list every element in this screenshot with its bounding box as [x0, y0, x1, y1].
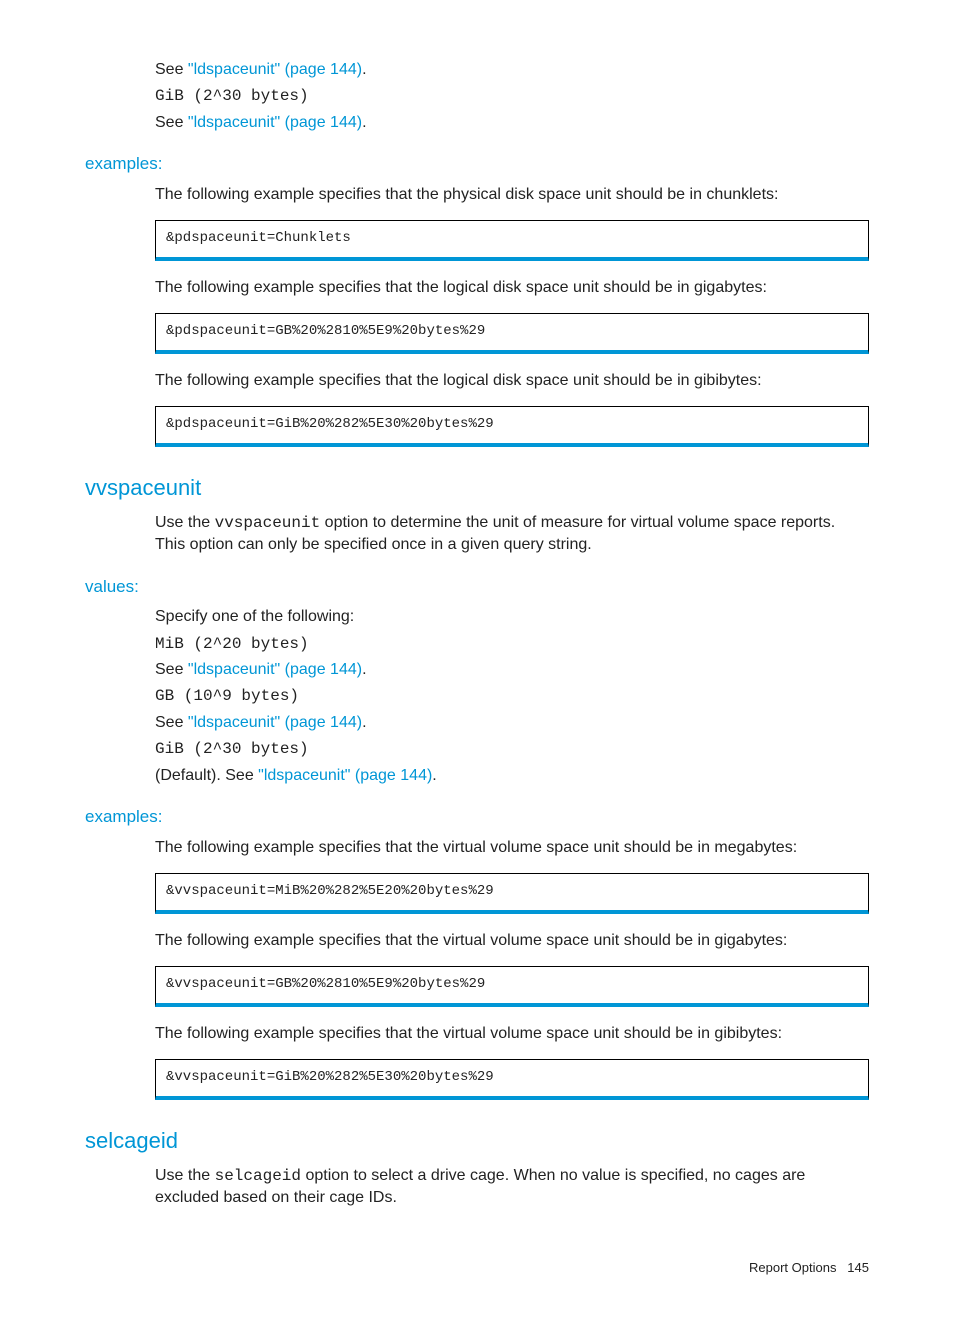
see-reference: See "ldspaceunit" (page 144). [155, 112, 869, 134]
see-text: See [155, 714, 188, 731]
example-description: The following example specifies that the… [155, 184, 869, 206]
ldspaceunit-link[interactable]: "ldspaceunit" (page 144) [188, 661, 362, 678]
see-post: . [362, 114, 366, 131]
code-example: &vvspaceunit=GB%20%2810%5E9%20bytes%29 [155, 966, 869, 1007]
see-post: . [362, 61, 366, 78]
code-value: GiB (2^30 bytes) [155, 85, 869, 107]
footer-label: Report Options [749, 1260, 836, 1275]
see-text: See [155, 661, 188, 678]
see-post: . [362, 661, 366, 678]
see-post: . [362, 714, 366, 731]
code-example: &vvspaceunit=MiB%20%282%5E20%20bytes%29 [155, 873, 869, 914]
option-name: vvspaceunit [215, 514, 321, 532]
see-reference: (Default). See "ldspaceunit" (page 144). [155, 765, 869, 787]
see-post: . [432, 767, 436, 784]
ldspaceunit-link[interactable]: "ldspaceunit" (page 144) [258, 767, 432, 784]
code-example: &pdspaceunit=GiB%20%282%5E30%20bytes%29 [155, 406, 869, 447]
code-example: &pdspaceunit=Chunklets [155, 220, 869, 261]
intro-pre: Use the [155, 1167, 215, 1184]
examples-heading: examples: [85, 805, 869, 829]
ldspaceunit-link[interactable]: "ldspaceunit" (page 144) [188, 114, 362, 131]
section-intro: Use the selcageid option to select a dri… [155, 1165, 869, 1210]
see-text: See [155, 114, 188, 131]
example-description: The following example specifies that the… [155, 277, 869, 299]
option-name: selcageid [215, 1167, 301, 1185]
page-footer: Report Options 145 [85, 1259, 869, 1277]
ldspaceunit-link[interactable]: "ldspaceunit" (page 144) [188, 61, 362, 78]
example-description: The following example specifies that the… [155, 837, 869, 859]
section-heading-selcageid: selcageid [85, 1126, 869, 1157]
code-example: &pdspaceunit=GB%20%2810%5E9%20bytes%29 [155, 313, 869, 354]
examples-heading: examples: [85, 152, 869, 176]
values-heading: values: [85, 575, 869, 599]
see-reference: See "ldspaceunit" (page 144). [155, 59, 869, 81]
value-option: GiB (2^30 bytes) [155, 738, 869, 760]
example-description: The following example specifies that the… [155, 1023, 869, 1045]
see-text: (Default). See [155, 767, 258, 784]
intro-pre: Use the [155, 514, 215, 531]
see-reference: See "ldspaceunit" (page 144). [155, 712, 869, 734]
values-lead: Specify one of the following: [155, 606, 869, 628]
see-text: See [155, 61, 188, 78]
page-number: 145 [847, 1260, 869, 1275]
example-description: The following example specifies that the… [155, 930, 869, 952]
section-heading-vvspaceunit: vvspaceunit [85, 473, 869, 504]
section-intro: Use the vvspaceunit option to determine … [155, 512, 869, 557]
value-option: MiB (2^20 bytes) [155, 633, 869, 655]
code-example: &vvspaceunit=GiB%20%282%5E30%20bytes%29 [155, 1059, 869, 1100]
value-option: GB (10^9 bytes) [155, 685, 869, 707]
ldspaceunit-link[interactable]: "ldspaceunit" (page 144) [188, 714, 362, 731]
example-description: The following example specifies that the… [155, 370, 869, 392]
see-reference: See "ldspaceunit" (page 144). [155, 659, 869, 681]
